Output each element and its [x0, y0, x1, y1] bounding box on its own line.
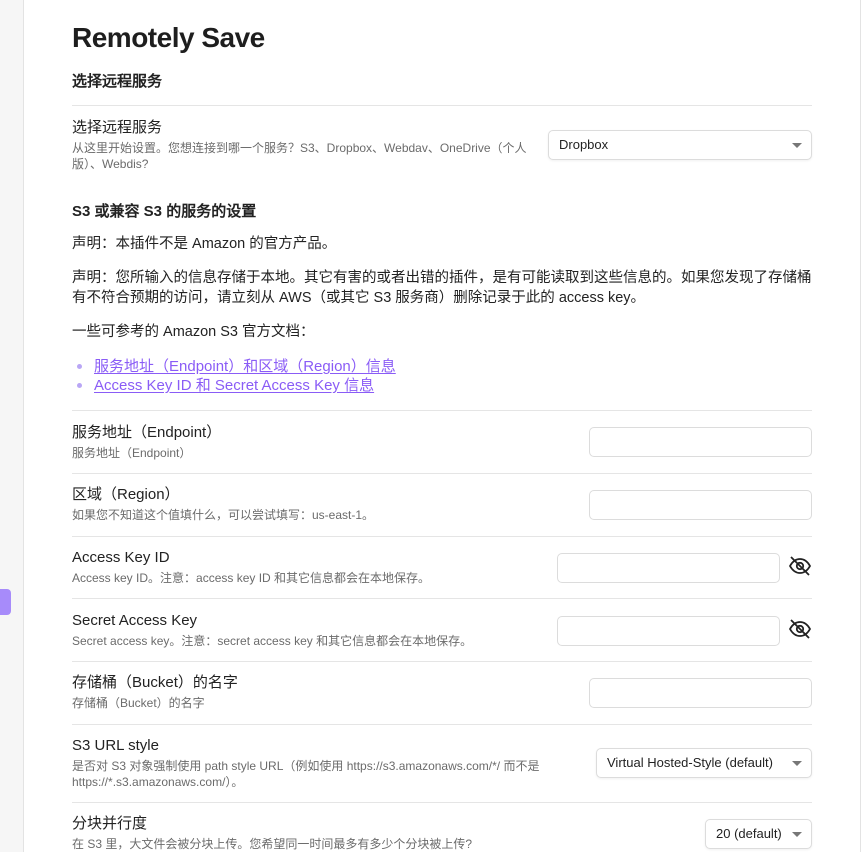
setting-desc: 是否对 S3 对象强制使用 path style URL（例如使用 https:… — [72, 759, 540, 789]
scroll-edge — [860, 0, 861, 852]
chevron-down-icon — [792, 143, 802, 148]
endpoint-input-wrap — [589, 427, 812, 457]
setting-name: 分块并行度 — [72, 815, 148, 832]
list-item: Access Key ID 和 Secret Access Key 信息 — [77, 376, 396, 395]
eye-off-icon[interactable] — [788, 617, 812, 641]
docs-links: 服务地址（Endpoint）和区域（Region）信息 Access Key I… — [77, 357, 396, 395]
setting-name: 选择远程服务 — [72, 119, 163, 136]
region-input-wrap — [589, 490, 812, 520]
disclaimer-local-storage: 声明：您所输入的信息存储于本地。其它有害的或者出错的插件，是有可能读取到这些信息… — [72, 270, 812, 306]
region-input[interactable] — [589, 490, 812, 520]
chevron-down-icon — [792, 832, 802, 837]
chevron-down-icon — [792, 761, 802, 766]
secret-key-input-wrap — [557, 616, 780, 646]
url-style-dropdown[interactable]: Virtual Hosted-Style (default) — [596, 748, 812, 778]
setting-remote-service: 选择远程服务 从这里开始设置。您想连接到哪一个服务？S3、Dropbox、Web… — [72, 118, 812, 172]
bucket-input[interactable] — [589, 678, 812, 708]
setting-bucket: 存储桶（Bucket）的名字 存储桶（Bucket）的名字 — [72, 673, 812, 711]
service-dropdown-wrap: Dropbox — [548, 130, 812, 160]
setting-parallelism: 分块并行度 在 S3 里，大文件会被分块上传。您希望同一时间最多有多少个分块被上… — [72, 814, 812, 852]
setting-secret-access-key: Secret Access Key Secret access key。注意：s… — [72, 611, 812, 649]
divider — [72, 473, 812, 474]
divider — [72, 536, 812, 537]
left-sidebar-edge — [0, 0, 24, 852]
service-dropdown[interactable]: Dropbox — [548, 130, 812, 160]
access-key-input-wrap — [557, 553, 780, 583]
section-heading-choose: 选择远程服务 — [72, 73, 163, 90]
secret-key-input[interactable] — [557, 616, 780, 646]
setting-desc: 从这里开始设置。您想连接到哪一个服务？S3、Dropbox、Webdav、One… — [72, 141, 527, 171]
setting-name: S3 URL style — [72, 737, 159, 754]
bucket-input-wrap — [589, 678, 812, 708]
divider — [72, 410, 812, 411]
eye-off-icon[interactable] — [788, 554, 812, 578]
url-style-dropdown-value: Virtual Hosted-Style (default) — [607, 755, 773, 770]
disclaimer-official: 声明：本插件不是 Amazon 的官方产品。 — [72, 236, 337, 252]
url-style-dropdown-wrap: Virtual Hosted-Style (default) — [596, 748, 812, 778]
setting-endpoint: 服务地址（Endpoint） 服务地址（Endpoint） — [72, 423, 812, 461]
divider — [72, 724, 812, 725]
endpoint-input[interactable] — [589, 427, 812, 457]
parallelism-dropdown[interactable]: 20 (default) — [705, 819, 812, 849]
setting-url-style: S3 URL style 是否对 S3 对象强制使用 path style UR… — [72, 736, 812, 790]
setting-region: 区域（Region） 如果您不知道这个值填什么，可以尝试填写：us-east-1… — [72, 485, 812, 523]
divider — [72, 802, 812, 803]
link-access-key-docs[interactable]: Access Key ID 和 Secret Access Key 信息 — [94, 377, 374, 394]
page-title: Remotely Save — [72, 22, 265, 53]
link-endpoint-region-docs[interactable]: 服务地址（Endpoint）和区域（Region）信息 — [94, 358, 396, 375]
divider — [72, 598, 812, 599]
docs-intro: 一些可参考的 Amazon S3 官方文档： — [72, 324, 315, 340]
sidebar-toggle-tab[interactable] — [0, 589, 11, 615]
parallelism-dropdown-value: 20 (default) — [716, 826, 782, 841]
divider — [72, 661, 812, 662]
setting-desc: 在 S3 里，大文件会被分块上传。您希望同一时间最多有多少个分块被上传? — [72, 837, 473, 851]
access-key-input[interactable] — [557, 553, 780, 583]
service-dropdown-value: Dropbox — [559, 137, 609, 152]
list-item: 服务地址（Endpoint）和区域（Region）信息 — [77, 357, 396, 376]
parallelism-dropdown-wrap: 20 (default) — [705, 819, 812, 849]
setting-access-key-id: Access Key ID Access key ID。注意：access ke… — [72, 548, 812, 586]
section-heading-s3: S3 或兼容 S3 的服务的设置 — [72, 203, 257, 220]
divider — [72, 105, 812, 106]
